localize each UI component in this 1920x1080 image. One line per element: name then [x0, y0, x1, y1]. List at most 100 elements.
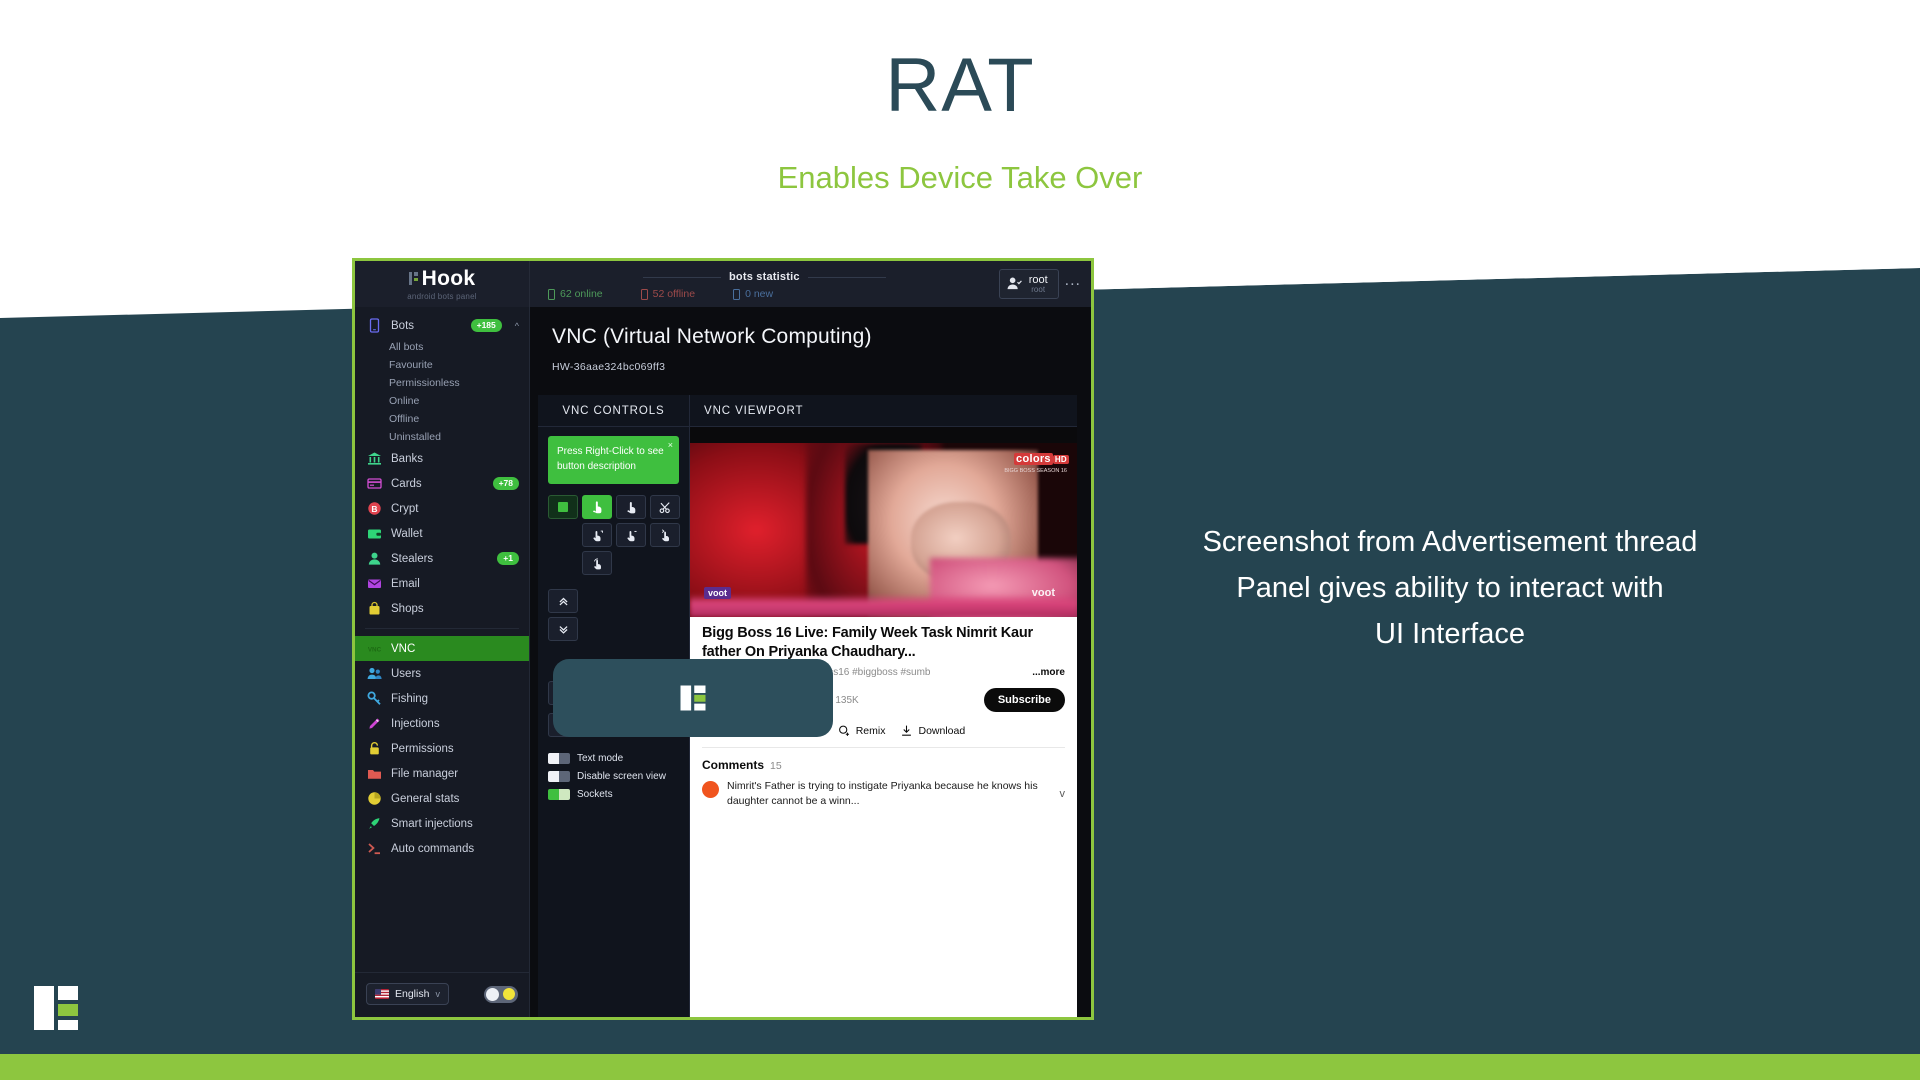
- sidebar-item-smart-injections[interactable]: Smart injections: [355, 811, 529, 836]
- close-icon[interactable]: ×: [668, 439, 673, 452]
- youtube-video-player[interactable]: colors HD BIGG BOSS SEASON 16 voot voot: [690, 427, 1077, 617]
- comment-row[interactable]: Nimrit's Father is trying to instigate P…: [702, 779, 1065, 809]
- sidebar-item-banks[interactable]: Banks: [355, 446, 529, 471]
- overflow-menu-icon[interactable]: ...: [1065, 272, 1081, 296]
- sidebar-item-all-bots[interactable]: All bots: [355, 338, 529, 356]
- sidebar-label-banks: Banks: [391, 452, 423, 465]
- sidebar-item-general-stats[interactable]: General stats: [355, 786, 529, 811]
- toggle-label-disable-screen-view: Disable screen view: [577, 771, 666, 782]
- sidebar-item-users[interactable]: Users: [355, 661, 529, 686]
- scroll-up-button[interactable]: [548, 589, 578, 613]
- main-header: VNC (Virtual Network Computing) HW-36aae…: [530, 307, 1091, 387]
- sidebar-label-fishing: Fishing: [391, 692, 429, 705]
- language-selector[interactable]: English v: [366, 983, 449, 1005]
- toggle-switch-disable-screen-view[interactable]: [548, 771, 570, 782]
- controls-tooltip: Press Right-Click to see button descript…: [548, 436, 679, 484]
- long-press-button[interactable]: [616, 495, 646, 519]
- sidebar-item-permissionless[interactable]: Permissionless: [355, 374, 529, 392]
- toggle-label-sockets: Sockets: [577, 789, 613, 800]
- phone-offline-icon: [640, 288, 648, 300]
- overlay-watermark: [553, 659, 833, 737]
- sidebar-item-fishing[interactable]: Fishing: [355, 686, 529, 711]
- comment-avatar: [702, 781, 719, 799]
- user-name: root: [1028, 273, 1048, 286]
- cut-button[interactable]: [650, 495, 680, 519]
- panel-topbar: Hook android bots panel bots statistic 6…: [355, 261, 1091, 307]
- key-icon: [367, 691, 382, 706]
- sidebar-item-cards[interactable]: Cards +78: [355, 471, 529, 496]
- channel-watermark: colors HD: [1014, 453, 1069, 466]
- sidebar-label-injections: Injections: [391, 717, 440, 730]
- video-title[interactable]: Bigg Boss 16 Live: Family Week Task Nimr…: [702, 624, 1065, 661]
- stat-new[interactable]: 0 new: [733, 288, 773, 300]
- sidebar-label-shops: Shops: [391, 602, 424, 615]
- gesture-button-grid: [548, 495, 689, 575]
- us-flag-icon: [375, 989, 389, 999]
- sidebar-item-shops[interactable]: Shops: [355, 596, 529, 621]
- sidebar-item-auto-commands[interactable]: Auto commands: [355, 836, 529, 861]
- sidebar-label-users: Users: [391, 667, 422, 680]
- scroll-buttons: [548, 589, 689, 641]
- stats-title: bots statistic: [729, 271, 800, 283]
- drag-button[interactable]: [650, 523, 680, 547]
- video-frame: colors HD BIGG BOSS SEASON 16 voot voot: [690, 443, 1077, 617]
- bots-statistic: bots statistic 62 online 52 offline 0 ne…: [530, 261, 999, 307]
- page-subtitle: Enables Device Take Over: [777, 160, 1143, 195]
- chevron-up-icon[interactable]: ^: [515, 321, 519, 331]
- more-link[interactable]: ...more: [1032, 667, 1065, 678]
- sidebar-item-crypt[interactable]: B Crypt: [355, 496, 529, 521]
- description-line-3: UI Interface: [1375, 617, 1525, 650]
- comments-section[interactable]: Comments 15 Nimrit's Father is trying to…: [690, 748, 1077, 809]
- toggle-label-text-mode: Text mode: [577, 753, 624, 764]
- sidebar-item-bots[interactable]: Bots +185 ^: [355, 313, 529, 338]
- chevron-down-icon: v: [435, 989, 440, 999]
- subscribe-button[interactable]: Subscribe: [983, 688, 1065, 713]
- sidebar-item-favourite[interactable]: Favourite: [355, 356, 529, 374]
- sidebar-item-injections[interactable]: Injections: [355, 711, 529, 736]
- rotate-button[interactable]: [582, 551, 612, 575]
- swipe-left-button[interactable]: [582, 523, 612, 547]
- card-icon: [367, 476, 382, 491]
- user-area: root root ...: [998, 261, 1091, 307]
- tap-button[interactable]: [582, 495, 612, 519]
- brand-logo-icon: [32, 984, 80, 1032]
- panel-brand: Hook android bots panel: [355, 261, 530, 307]
- stop-button[interactable]: [548, 495, 578, 519]
- sidebar-item-permissions[interactable]: Permissions: [355, 736, 529, 761]
- sidebar-badge-cards: +78: [492, 476, 519, 491]
- channel-subscribers: 135K: [835, 694, 859, 706]
- scroll-down-button[interactable]: [548, 617, 578, 641]
- phone-online-icon: [548, 288, 555, 300]
- sidebar-item-file-manager[interactable]: File manager: [355, 761, 529, 786]
- sidebar-label-bots: Bots: [391, 319, 415, 332]
- download-button[interactable]: Download: [900, 724, 965, 737]
- sidebar-label-general-stats: General stats: [391, 792, 460, 805]
- chevron-down-icon[interactable]: v: [1060, 788, 1066, 800]
- folder-icon: [367, 766, 382, 781]
- stat-online[interactable]: 62 online: [548, 288, 603, 300]
- theme-toggle[interactable]: [484, 985, 518, 1003]
- stat-offline[interactable]: 52 offline: [640, 288, 695, 300]
- sidebar-item-wallet[interactable]: Wallet: [355, 521, 529, 546]
- sidebar-item-online[interactable]: Online: [355, 392, 529, 410]
- toggle-disable-screen-view[interactable]: Disable screen view: [548, 771, 689, 782]
- swipe-right-button[interactable]: [616, 523, 646, 547]
- remix-button[interactable]: Remix: [838, 724, 886, 737]
- user-button[interactable]: root root: [998, 268, 1059, 300]
- toggle-sockets[interactable]: Sockets: [548, 789, 689, 800]
- terminal-icon: [367, 841, 382, 856]
- sidebar-label-crypt: Crypt: [391, 502, 419, 515]
- vnc-page-title: VNC (Virtual Network Computing): [552, 325, 872, 348]
- stealer-icon: [367, 551, 382, 566]
- toggle-text-mode[interactable]: Text mode: [548, 753, 689, 764]
- sidebar-item-email[interactable]: Email: [355, 571, 529, 596]
- sidebar-item-offline[interactable]: Offline: [355, 410, 529, 428]
- sidebar-item-stealers[interactable]: Stealers +1: [355, 546, 529, 571]
- sidebar-item-uninstalled[interactable]: Uninstalled: [355, 428, 529, 446]
- stats-rule-right: [807, 276, 886, 278]
- sidebar-item-vnc[interactable]: VNC VNC: [355, 636, 529, 661]
- toggle-switch-text-mode[interactable]: [548, 753, 570, 764]
- toggle-switch-sockets[interactable]: [548, 789, 570, 800]
- sidebar-badge-bots: +185: [470, 318, 502, 333]
- remix-label: Remix: [855, 724, 886, 737]
